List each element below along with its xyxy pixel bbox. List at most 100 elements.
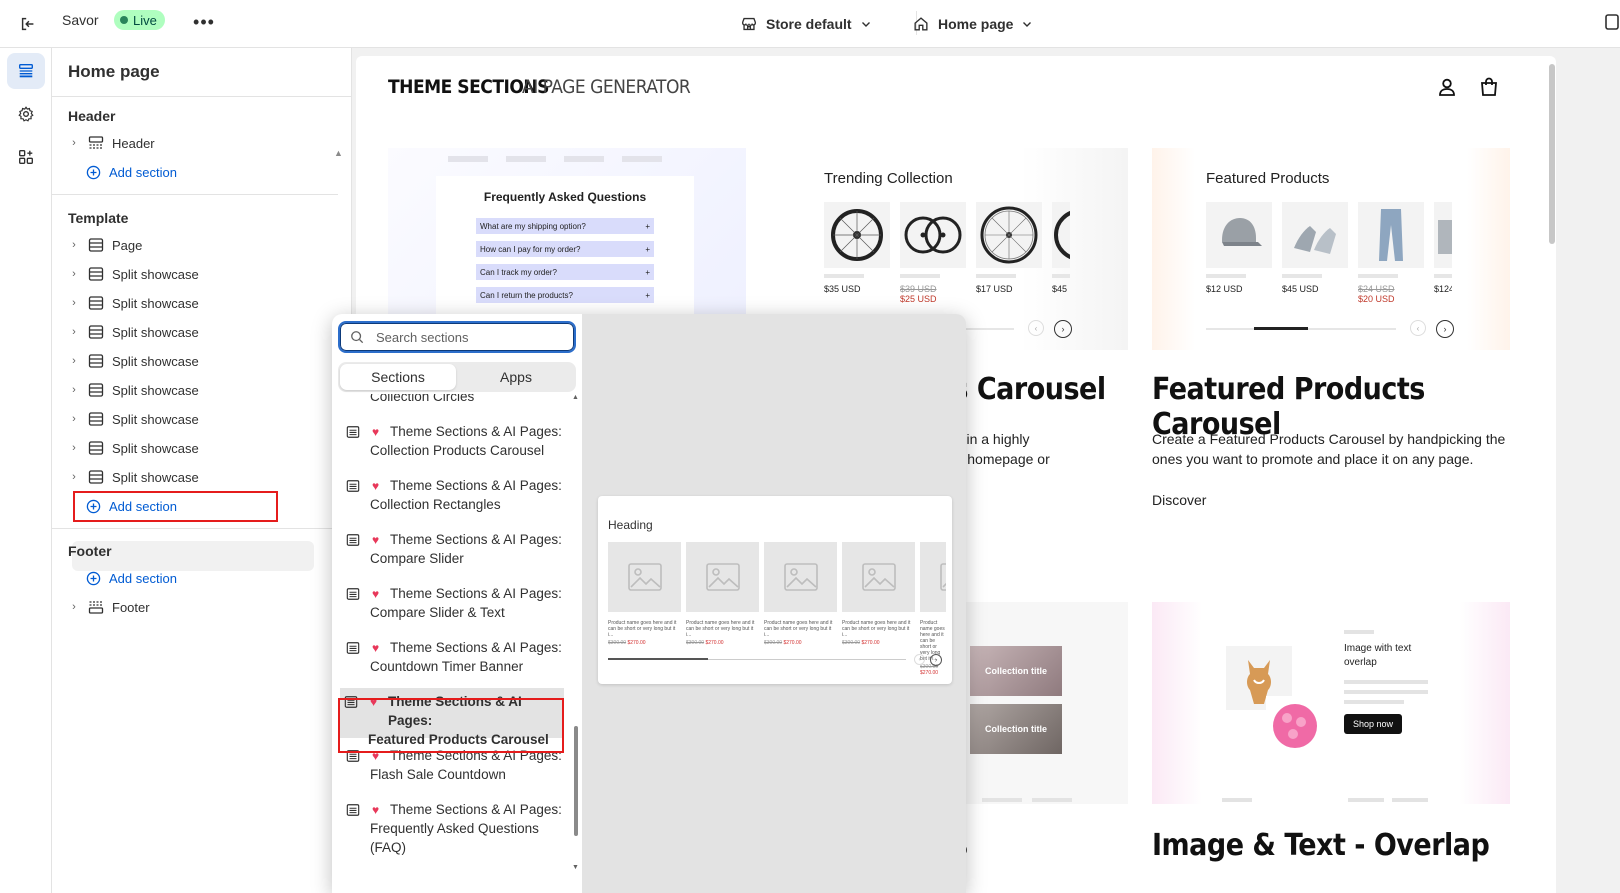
section-list-scrollbar[interactable]: ▲ ▼	[572, 394, 580, 893]
section-list-item[interactable]: ♥ Theme Sections & AI Pages: Countdown Tim…	[342, 638, 568, 686]
chevron-right-icon[interactable]: ›	[66, 382, 82, 398]
chevron-right-icon[interactable]: ›	[66, 353, 82, 369]
chevron-down-icon	[1023, 22, 1032, 27]
tab-sections[interactable]: Sections	[340, 364, 456, 390]
section-item-footer[interactable]: › Footer	[66, 594, 336, 620]
store-selector[interactable]: Store default	[740, 10, 872, 38]
image-placeholder-icon	[764, 542, 837, 612]
scroll-up-icon: ▲	[572, 394, 579, 401]
product-card: $35 USD	[824, 202, 890, 304]
sections-rail-button[interactable]	[7, 53, 45, 89]
chevron-right-icon[interactable]: ›	[66, 324, 82, 340]
product-card: $39 USD $25 USD	[900, 202, 966, 304]
section-item-template[interactable]: › Page	[66, 232, 336, 258]
add-section-button-header[interactable]: Add section	[86, 159, 177, 185]
more-actions-button[interactable]: •••	[190, 8, 218, 36]
chevron-right-icon[interactable]: ›	[66, 440, 82, 456]
chevron-right-icon[interactable]: ›	[66, 135, 82, 151]
account-icon[interactable]	[1436, 76, 1458, 98]
chevron-right-icon[interactable]: ›	[66, 295, 82, 311]
faq-question: What are my shipping option? +	[476, 218, 654, 234]
plus-circle-icon	[86, 571, 101, 585]
split-showcase-icon	[88, 325, 104, 339]
faq-question: Can I track my order? +	[476, 264, 654, 280]
section-item-template[interactable]: › Split showcase	[66, 261, 336, 287]
section-item-template[interactable]: › Split showcase	[66, 377, 336, 403]
store-name: Savor	[62, 12, 99, 28]
page-selector-label: Home page	[938, 16, 1014, 32]
chevron-right-icon[interactable]: ›	[66, 599, 82, 615]
exit-icon[interactable]	[14, 10, 42, 38]
collection-tile: Collection title	[970, 704, 1062, 754]
overlap-preview-image[interactable]: Image with text overlap Shop now	[1152, 602, 1510, 804]
cart-icon[interactable]	[1478, 76, 1500, 98]
section-item-template[interactable]: › Split showcase	[66, 435, 336, 461]
chevron-right-icon[interactable]: ›	[66, 237, 82, 253]
carousel-prev-icon[interactable]: ‹	[1410, 320, 1426, 336]
section-list-item[interactable]: ♥ Theme Sections & AI Pages: Frequently As…	[342, 800, 568, 855]
chevron-right-icon[interactable]: ›	[66, 266, 82, 282]
collection-rectangles-preview[interactable]: Collection title Collection title	[952, 602, 1128, 804]
carousel-prev-icon[interactable]: ‹	[1028, 320, 1044, 336]
chevron-right-icon[interactable]: ›	[66, 469, 82, 485]
plus-icon: +	[645, 221, 650, 231]
section-type-icon	[346, 480, 360, 492]
footer-section-icon	[88, 601, 104, 614]
preview-progress	[608, 658, 906, 660]
scroll-down-icon: ▼	[572, 864, 579, 871]
page-title: Home page	[68, 62, 160, 81]
section-item-template[interactable]: › Split showcase	[66, 348, 336, 374]
section-list-item[interactable]: ♥ Theme Sections & AI Pages: Collection Re…	[342, 476, 568, 524]
card-heading: Image & Text - Overlap	[1152, 828, 1490, 863]
tab-apps[interactable]: Apps	[458, 364, 574, 390]
featured-preview-image[interactable]: Featured Products $12 USD $45 USD $24 US…	[1152, 148, 1510, 350]
page-selector[interactable]: Home page	[912, 10, 1033, 38]
preview-scrollbar[interactable]	[1548, 56, 1556, 893]
image-placeholder-icon	[920, 542, 946, 612]
header-section-icon	[88, 136, 104, 149]
split-showcase-icon	[88, 470, 104, 484]
section-item-label: Split showcase	[112, 295, 199, 311]
highlight-box	[73, 491, 278, 522]
preview-product-tile: Product name goes here and it can be sho…	[842, 542, 915, 676]
preview-products: Product name goes here and it can be sho…	[608, 542, 946, 676]
split-showcase-icon	[88, 296, 104, 310]
carousel-next-icon[interactable]: ›	[1054, 320, 1072, 338]
carousel-next-icon[interactable]: ›	[1436, 320, 1454, 338]
discover-link[interactable]: Discover	[1152, 492, 1206, 508]
add-section-popover: Sections Apps ♥Theme Sections & AI Pages…	[332, 314, 966, 893]
featured-products: $12 USD $45 USD $24 USD $20 USD $124	[1206, 202, 1452, 304]
section-list-item[interactable]: ♥Theme Sections & AI Pages:Collection Ci…	[342, 394, 568, 416]
image-placeholder-icon	[608, 542, 681, 612]
add-section-button-footer[interactable]: Add section	[86, 565, 177, 591]
bicycle-wheel-icon	[824, 202, 890, 268]
section-item-template[interactable]: › Split showcase	[66, 406, 336, 432]
shop-now-button[interactable]: Shop now	[1344, 714, 1402, 734]
device-preview-icon[interactable]	[1604, 12, 1620, 32]
preview-heading: Heading	[608, 518, 653, 532]
featured-title: Featured Products	[1206, 170, 1330, 187]
search-field[interactable]	[338, 321, 576, 353]
settings-rail-button[interactable]	[7, 96, 45, 132]
trending-products: $35 USD $39 USD $25 USD $17 USD $45	[824, 202, 1070, 304]
search-input[interactable]	[376, 329, 566, 345]
chevron-right-icon[interactable]: ›	[66, 411, 82, 427]
section-list-item[interactable]: ♥ Theme Sections & AI Pages: Compare Slide…	[342, 530, 568, 578]
section-item-template[interactable]: › Split showcase	[66, 464, 336, 490]
section-type-icon	[346, 588, 360, 600]
section-item-template[interactable]: › Split showcase	[66, 290, 336, 316]
product-card: $45 USD	[1282, 202, 1348, 304]
apps-rail-button[interactable]	[7, 139, 45, 175]
section-list-item[interactable]: ♥ Theme Sections & AI Pages: Flash Sale Co…	[342, 746, 568, 794]
status-dot-icon	[120, 16, 128, 24]
section-item-header[interactable]: › Header	[66, 130, 336, 156]
bicycle-wheel-icon	[976, 202, 1042, 268]
section-list-item[interactable]: ♥ Theme Sections & AI Pages: Collection Pr…	[342, 422, 568, 470]
product-card: $17 USD	[976, 202, 1042, 304]
logo-secondary[interactable]: AI PAGE GENERATOR	[522, 76, 691, 98]
gear-icon	[18, 106, 34, 122]
section-item-label: Page	[112, 237, 143, 253]
faq-question: How can I pay for my order? +	[476, 241, 654, 257]
section-item-template[interactable]: › Split showcase	[66, 319, 336, 345]
section-list-item[interactable]: ♥ Theme Sections & AI Pages: Compare Slide…	[342, 584, 568, 632]
